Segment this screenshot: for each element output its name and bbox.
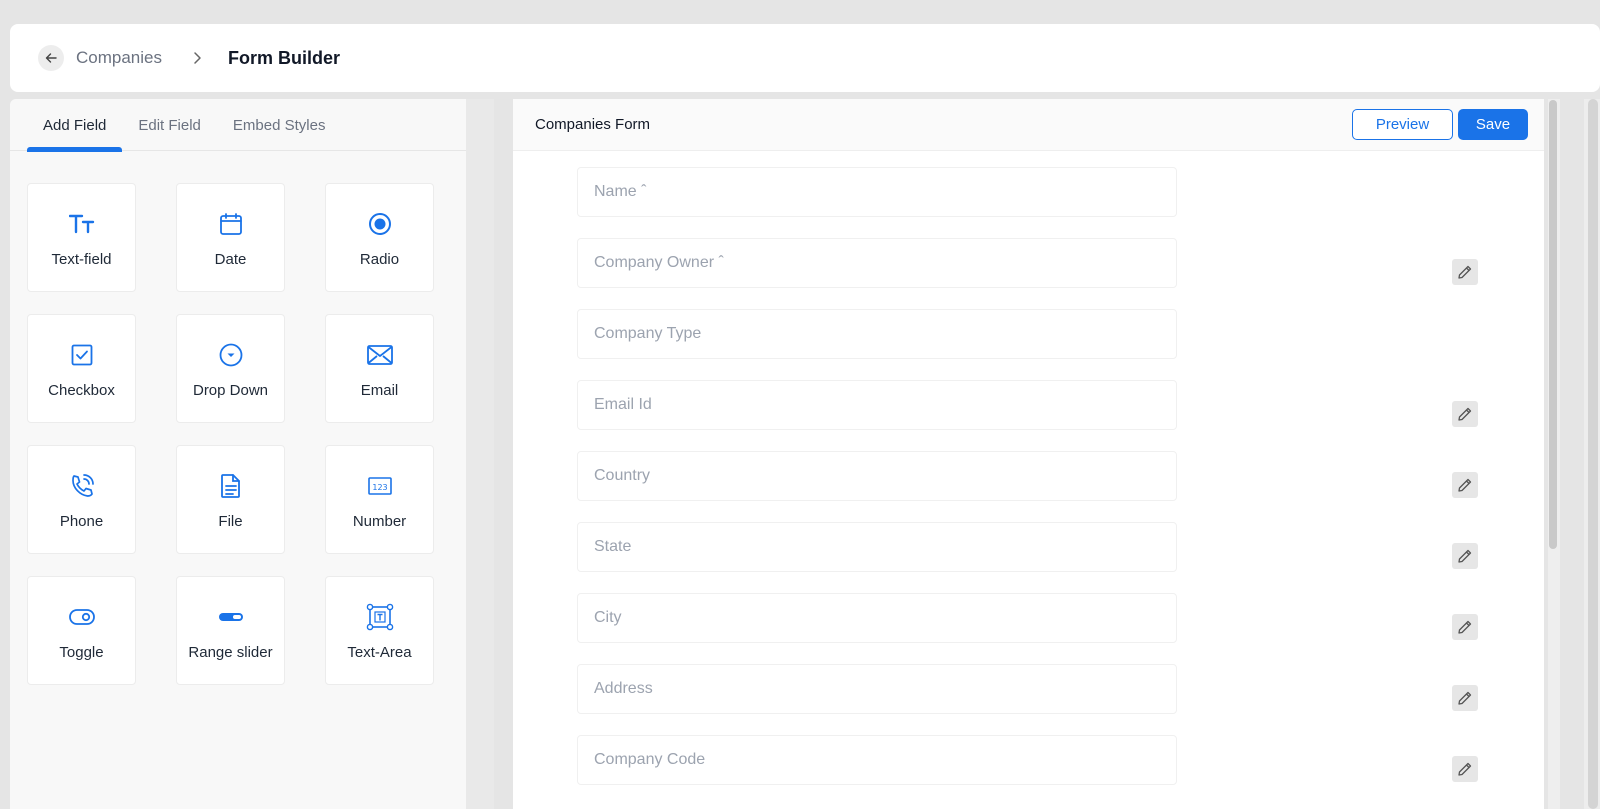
radio-icon [368,207,392,241]
svg-text:123: 123 [372,483,387,492]
form-field-country[interactable]: Country [577,451,1177,501]
field-card-label: Toggle [59,644,104,661]
field-card-label: Range slider [188,644,273,661]
field-card-text-area[interactable]: Text-Area [325,576,434,685]
pencil-icon[interactable] [1452,401,1478,427]
field-card-phone[interactable]: Phone [27,445,136,554]
form-field-company-type[interactable]: Company Type [577,309,1177,359]
text-area-icon [366,600,394,634]
page-title: Form Builder [228,47,341,68]
form-header: Companies Form Preview Save [513,99,1544,151]
form-scrollbar-thumb[interactable] [1549,100,1557,549]
range-slider-icon [218,600,244,634]
checkbox-icon [71,338,93,372]
field-card-label: Number [352,513,407,530]
field-card-number[interactable]: 123 Number [325,445,434,554]
field-card-label: File [218,513,243,530]
toggle-icon [68,600,95,634]
form-field-company-code[interactable]: Company Code [577,735,1177,785]
field-card-label: Drop Down [192,382,269,399]
tab-edit-field[interactable]: Edit Field [122,99,217,151]
field-card-label: Date [214,251,247,268]
field-card-toggle[interactable]: Toggle [27,576,136,685]
email-icon [366,338,393,372]
tab-add-field[interactable]: Add Field [27,99,123,152]
field-card-checkbox[interactable]: Checkbox [27,314,136,423]
field-card-date[interactable]: Date [176,183,285,292]
field-card-label: Checkbox [48,382,115,399]
field-card-radio[interactable]: Radio [325,183,434,292]
pencil-icon[interactable] [1452,685,1478,711]
page-scrollbar-thumb[interactable] [1588,99,1598,809]
form-field-state[interactable]: State [577,522,1177,572]
form-title: Companies Form [535,116,651,133]
pencil-icon[interactable] [1452,543,1478,569]
field-card-label: Text-Area [347,644,412,661]
field-type-grid: Text-field Date Radio Checkbox Drop Down [27,183,434,685]
form-field-city[interactable]: City [577,593,1177,643]
field-card-text-field[interactable]: Text-field [27,183,136,292]
field-card-drop-down[interactable]: Drop Down [176,314,285,423]
field-card-label: Radio [359,251,400,268]
calendar-icon [219,207,243,241]
form-field-address[interactable]: Address [577,664,1177,714]
back-arrow-icon[interactable] [38,45,64,71]
chevron-right-icon [192,51,202,65]
text-field-icon [68,207,95,241]
panel-tabs: Add Field Edit Field Embed Styles [10,99,476,152]
form-canvas: Companies Form Preview Save Name ˆ Compa… [513,99,1544,809]
field-card-email[interactable]: Email [325,314,434,423]
breadcrumb: Companies Form Builder [10,24,1600,92]
preview-button[interactable]: Preview [1352,109,1453,140]
tab-embed-styles[interactable]: Embed Styles [217,99,342,151]
number-icon: 123 [367,469,392,503]
breadcrumb-companies-link[interactable]: Companies [76,48,162,68]
file-icon [220,469,242,503]
pencil-icon[interactable] [1452,614,1478,640]
save-button[interactable]: Save [1458,109,1528,140]
field-card-range-slider[interactable]: Range slider [176,576,285,685]
field-card-file[interactable]: File [176,445,285,554]
form-field-company-owner[interactable]: Company Owner ˆ [577,238,1177,288]
form-field-name[interactable]: Name ˆ [577,167,1177,217]
field-card-label: Email [360,382,399,399]
panel-divider [466,99,494,809]
pencil-icon[interactable] [1452,756,1478,782]
field-card-label: Text-field [51,251,112,268]
dropdown-icon [219,338,243,372]
pencil-icon[interactable] [1452,472,1478,498]
field-palette-panel: Add Field Edit Field Embed Styles Text-f… [10,99,476,809]
pencil-icon[interactable] [1452,259,1478,285]
form-field-email-id[interactable]: Email Id [577,380,1177,430]
field-card-label: Phone [59,513,104,530]
phone-icon [69,469,95,503]
